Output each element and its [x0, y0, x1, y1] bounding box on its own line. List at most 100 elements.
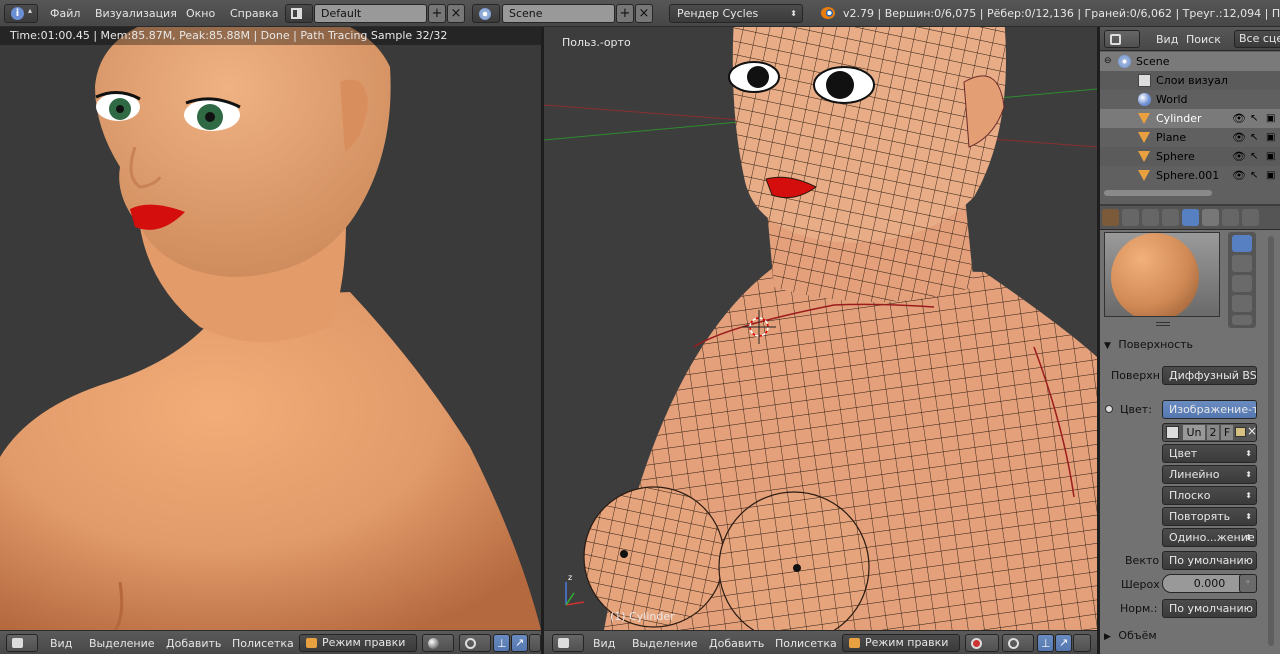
eye-icon[interactable]: 👁	[1232, 109, 1246, 128]
layout-browse-button[interactable]	[285, 4, 313, 23]
particles-tab-icon[interactable]	[1222, 209, 1239, 226]
menu-search[interactable]: Поиск	[1186, 31, 1221, 48]
properties-scrollbar[interactable]	[1268, 236, 1274, 646]
menu-select[interactable]: Выделение	[89, 635, 155, 652]
add-scene-button[interactable]: +	[616, 4, 634, 23]
surface-section-header[interactable]: ▼ Поверхность	[1104, 334, 1258, 356]
folder-icon[interactable]	[1235, 427, 1246, 437]
rotate-toggle[interactable]	[1073, 634, 1091, 652]
menu-mesh[interactable]: Полисетка	[775, 635, 837, 652]
object-tab-icon[interactable]	[1102, 209, 1119, 226]
menu-add[interactable]: Добавить	[709, 635, 764, 652]
menu-window[interactable]: Окно	[186, 4, 215, 23]
outliner-row-cylinder[interactable]: Cylinder 👁 ↖ ▣	[1100, 109, 1280, 128]
scene-name-field[interactable]: Scene	[502, 4, 615, 23]
shading-select[interactable]	[965, 634, 999, 652]
menu-select[interactable]: Выделение	[632, 635, 698, 652]
mode-select[interactable]: Режим правки	[842, 634, 960, 652]
projection-select[interactable]: Плоско ⬍	[1162, 486, 1257, 505]
menu-view[interactable]: Вид	[50, 635, 72, 652]
camera-render-icon[interactable]: ▣	[1266, 147, 1275, 166]
editor-type-button[interactable]	[552, 634, 584, 652]
monkey-preview-icon[interactable]	[1232, 275, 1252, 292]
pivot-select[interactable]	[1002, 634, 1034, 652]
volume-section-header[interactable]: ▶ Объём	[1104, 625, 1258, 647]
image-name-field[interactable]: Un	[1183, 425, 1205, 440]
cursor-select-icon[interactable]: ↖	[1250, 128, 1258, 147]
delete-scene-button[interactable]: ×	[635, 4, 653, 23]
interpolation-select[interactable]: Линейно ⬍	[1162, 465, 1257, 484]
translate-toggle[interactable]: ↗	[1055, 634, 1072, 652]
modifier-wrench-icon[interactable]	[1142, 209, 1159, 226]
editor-type-button[interactable]	[1104, 30, 1140, 48]
outliner-row-sphere-001[interactable]: Sphere.001 👁 ↖ ▣	[1100, 166, 1280, 185]
image-users-count[interactable]: 2	[1207, 425, 1219, 440]
camera-render-icon[interactable]: ▣	[1266, 109, 1275, 128]
mode-select[interactable]: Режим правки	[299, 634, 417, 652]
collapse-icon[interactable]: ⊖	[1104, 52, 1112, 71]
link-dot-icon[interactable]	[1105, 405, 1113, 413]
data-tab-icon[interactable]	[1162, 209, 1179, 226]
translate-toggle[interactable]: ↗	[511, 634, 528, 652]
material-tab-icon[interactable]	[1182, 209, 1199, 226]
menu-render[interactable]: Визуализация	[95, 4, 177, 23]
outliner-hscrollbar[interactable]	[1104, 190, 1212, 196]
camera-render-icon[interactable]: ▣	[1266, 166, 1275, 185]
eye-icon[interactable]: 👁	[1232, 166, 1246, 185]
source-select[interactable]: Одино...жение ⬍	[1162, 528, 1257, 547]
manipulator-toggle[interactable]: ⊥	[493, 634, 510, 652]
menu-view[interactable]: Вид	[1156, 31, 1178, 48]
camera-render-icon[interactable]: ▣	[1266, 128, 1275, 147]
physics-tab-icon[interactable]	[1242, 209, 1259, 226]
color-space-select[interactable]: Цвет ⬍	[1162, 444, 1257, 463]
active-object-label: (1) Cylinder	[610, 610, 675, 623]
hair-preview-icon[interactable]	[1232, 295, 1252, 312]
color-input-button[interactable]: Изображение-т	[1162, 400, 1257, 419]
cursor-select-icon[interactable]: ↖	[1250, 109, 1258, 128]
cube-preview-icon[interactable]	[1232, 255, 1252, 272]
menu-file[interactable]: Файл	[50, 4, 80, 23]
sky-preview-icon[interactable]	[1232, 315, 1252, 325]
outliner-row-world[interactable]: World	[1100, 90, 1280, 109]
cursor-select-icon[interactable]: ↖	[1250, 147, 1258, 166]
close-icon[interactable]: ×	[1247, 424, 1257, 438]
layout-name-field[interactable]: Default	[314, 4, 427, 23]
menu-view[interactable]: Вид	[593, 635, 615, 652]
rotate-toggle[interactable]	[529, 634, 541, 652]
link-dot-icon[interactable]: ◦	[1239, 574, 1257, 593]
texture-tab-icon[interactable]	[1202, 209, 1219, 226]
render-engine-select[interactable]: Рендер Cycles ⬍	[669, 4, 803, 23]
edit-viewport[interactable]: z Польз.-орто (1) Cylinder	[544, 27, 1097, 630]
outliner-row-scene[interactable]: ⊖ Scene	[1100, 52, 1280, 71]
shading-select[interactable]	[422, 634, 454, 652]
outliner-row-plane[interactable]: Plane 👁 ↖ ▣	[1100, 128, 1280, 147]
image-icon[interactable]	[1166, 426, 1179, 439]
constraints-tab-icon[interactable]	[1122, 209, 1139, 226]
eye-icon[interactable]: 👁	[1232, 147, 1246, 166]
normal-input-button[interactable]: По умолчанию	[1162, 599, 1257, 618]
scene-browse-button[interactable]	[472, 4, 500, 23]
cursor-select-icon[interactable]: ↖	[1250, 166, 1258, 185]
resize-grip[interactable]	[1156, 322, 1170, 326]
outliner-row-render-layers[interactable]: Слои визуал	[1100, 71, 1280, 90]
roughness-field[interactable]: 0.000 ◦	[1162, 574, 1257, 593]
vector-input-button[interactable]: По умолчанию	[1162, 551, 1257, 570]
rendered-figure	[0, 27, 541, 630]
pivot-select[interactable]	[459, 634, 491, 652]
manipulator-toggle[interactable]: ⊥	[1037, 634, 1054, 652]
fake-user-toggle[interactable]: F	[1221, 425, 1233, 440]
surface-shader-button[interactable]: Диффузный BS	[1162, 366, 1257, 385]
editor-type-button[interactable]	[6, 634, 38, 652]
extension-select[interactable]: Повторять ⬍	[1162, 507, 1257, 526]
eye-icon[interactable]: 👁	[1232, 128, 1246, 147]
outliner-row-sphere[interactable]: Sphere 👁 ↖ ▣	[1100, 147, 1280, 166]
menu-help[interactable]: Справка	[230, 4, 278, 23]
menu-mesh[interactable]: Полисетка	[232, 635, 294, 652]
add-layout-button[interactable]: +	[428, 4, 446, 23]
rendered-viewport[interactable]: Time:01:00.45 | Mem:85.87M, Peak:85.88M …	[0, 27, 541, 630]
menu-add[interactable]: Добавить	[166, 635, 221, 652]
delete-layout-button[interactable]: ×	[447, 4, 465, 23]
editor-type-button[interactable]: i ▴	[4, 4, 38, 23]
display-mode-select[interactable]: Все сце	[1234, 30, 1280, 48]
sphere-preview-icon[interactable]	[1232, 235, 1252, 252]
